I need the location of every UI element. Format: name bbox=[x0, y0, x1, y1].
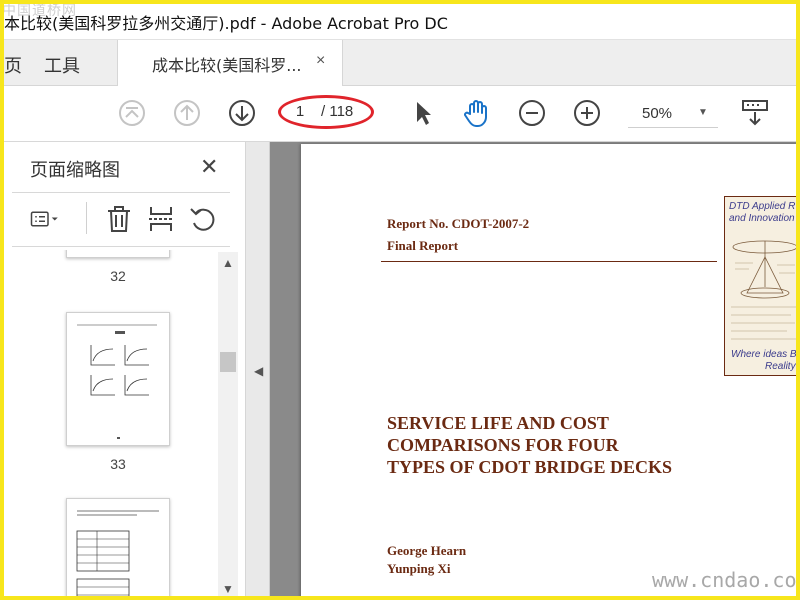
extract-pages-icon[interactable] bbox=[146, 204, 176, 234]
tab-bar: 页 工具 成本比较(美国科罗... × bbox=[0, 40, 800, 86]
divider bbox=[12, 192, 230, 193]
red-circle-annotation bbox=[278, 95, 374, 129]
document-title: SERVICE LIFE AND COST COMPARISONS FOR FO… bbox=[387, 412, 672, 478]
watermark-bottom: www.cndao.com bbox=[652, 568, 800, 592]
panel-title: 页面缩略图 bbox=[30, 160, 120, 181]
tab-home[interactable]: 页 bbox=[4, 52, 22, 78]
panel-collapse-strip[interactable]: ◀ bbox=[246, 142, 270, 600]
header-rule bbox=[381, 261, 717, 262]
close-panel-button[interactable]: ✕ bbox=[200, 154, 218, 180]
thumbnail-content bbox=[76, 510, 159, 600]
thumbnail-content bbox=[77, 324, 157, 439]
next-page-icon[interactable] bbox=[227, 98, 257, 128]
title-line: TYPES OF CDOT BRIDGE DECKS bbox=[387, 457, 673, 477]
divider bbox=[12, 246, 230, 247]
title-line: COMPARISONS FOR FOUR bbox=[387, 435, 619, 455]
window-title: 本比较(美国科罗拉多州交通厅).pdf - Adobe Acrobat Pro … bbox=[4, 14, 448, 33]
previous-page-icon[interactable] bbox=[172, 98, 202, 128]
zoom-dropdown[interactable]: 50% ▼ bbox=[628, 100, 718, 128]
tab-tools[interactable]: 工具 bbox=[44, 52, 80, 78]
thumbnail-page-number: 33 bbox=[110, 456, 126, 472]
document-authors: George Hearn Yunping Xi bbox=[387, 542, 466, 578]
scroll-up-icon[interactable]: ▲ bbox=[222, 256, 234, 270]
thumbnail-list: 32 33 bbox=[14, 250, 218, 600]
title-bar: 中国道桥网 本比较(美国科罗拉多州交通厅).pdf - Adobe Acroba… bbox=[0, 0, 800, 40]
hand-icon[interactable] bbox=[462, 98, 492, 128]
author-name: George Hearn bbox=[387, 543, 467, 558]
thumbnail-page[interactable] bbox=[66, 312, 170, 446]
chevron-down-icon: ▼ bbox=[698, 107, 708, 118]
scrollbar-thumb[interactable] bbox=[220, 352, 236, 372]
delete-icon[interactable] bbox=[104, 204, 134, 234]
pdf-page: Report No. CDOT-2007-2 Final Report DTD … bbox=[301, 144, 800, 600]
scroll-down-icon[interactable]: ▼ bbox=[222, 582, 234, 596]
first-page-icon[interactable] bbox=[117, 98, 147, 128]
cdot-logo-image: DTD Applied R and Innovation Where ideas… bbox=[724, 196, 800, 376]
document-view[interactable]: Report No. CDOT-2007-2 Final Report DTD … bbox=[270, 142, 800, 600]
report-number: Report No. CDOT-2007-2 bbox=[387, 216, 530, 231]
report-type: Final Report bbox=[387, 238, 459, 253]
zoom-value: 50% bbox=[642, 105, 673, 122]
options-menu-icon[interactable] bbox=[30, 204, 60, 234]
page-thumbnails-panel: 页面缩略图 ✕ 32 33 ▲ ▼ bbox=[0, 142, 246, 600]
thumbnail-scrollbar[interactable]: ▲ ▼ bbox=[218, 252, 238, 600]
thumbnail-page[interactable] bbox=[66, 498, 170, 600]
tool-divider bbox=[86, 202, 87, 234]
zoom-out-icon[interactable] bbox=[517, 98, 547, 128]
collapse-arrow-icon[interactable]: ◀ bbox=[254, 364, 263, 378]
thumbnail-page[interactable] bbox=[66, 250, 170, 258]
rotate-icon[interactable] bbox=[188, 204, 218, 234]
author-name: Yunping Xi bbox=[387, 561, 451, 576]
toolbar: 1 / 118 50% ▼ bbox=[0, 86, 800, 142]
arrow-pointer-icon[interactable] bbox=[408, 98, 438, 128]
title-line: SERVICE LIFE AND COST bbox=[387, 413, 609, 433]
tab-close-button[interactable]: × bbox=[316, 52, 325, 70]
zoom-in-icon[interactable] bbox=[572, 98, 602, 128]
tab-document-label: 成本比较(美国科罗... bbox=[152, 56, 302, 75]
scroll-mode-icon[interactable] bbox=[740, 98, 770, 128]
tab-document[interactable]: 成本比较(美国科罗... × bbox=[117, 40, 343, 86]
thumbnail-page-number: 32 bbox=[110, 268, 126, 284]
